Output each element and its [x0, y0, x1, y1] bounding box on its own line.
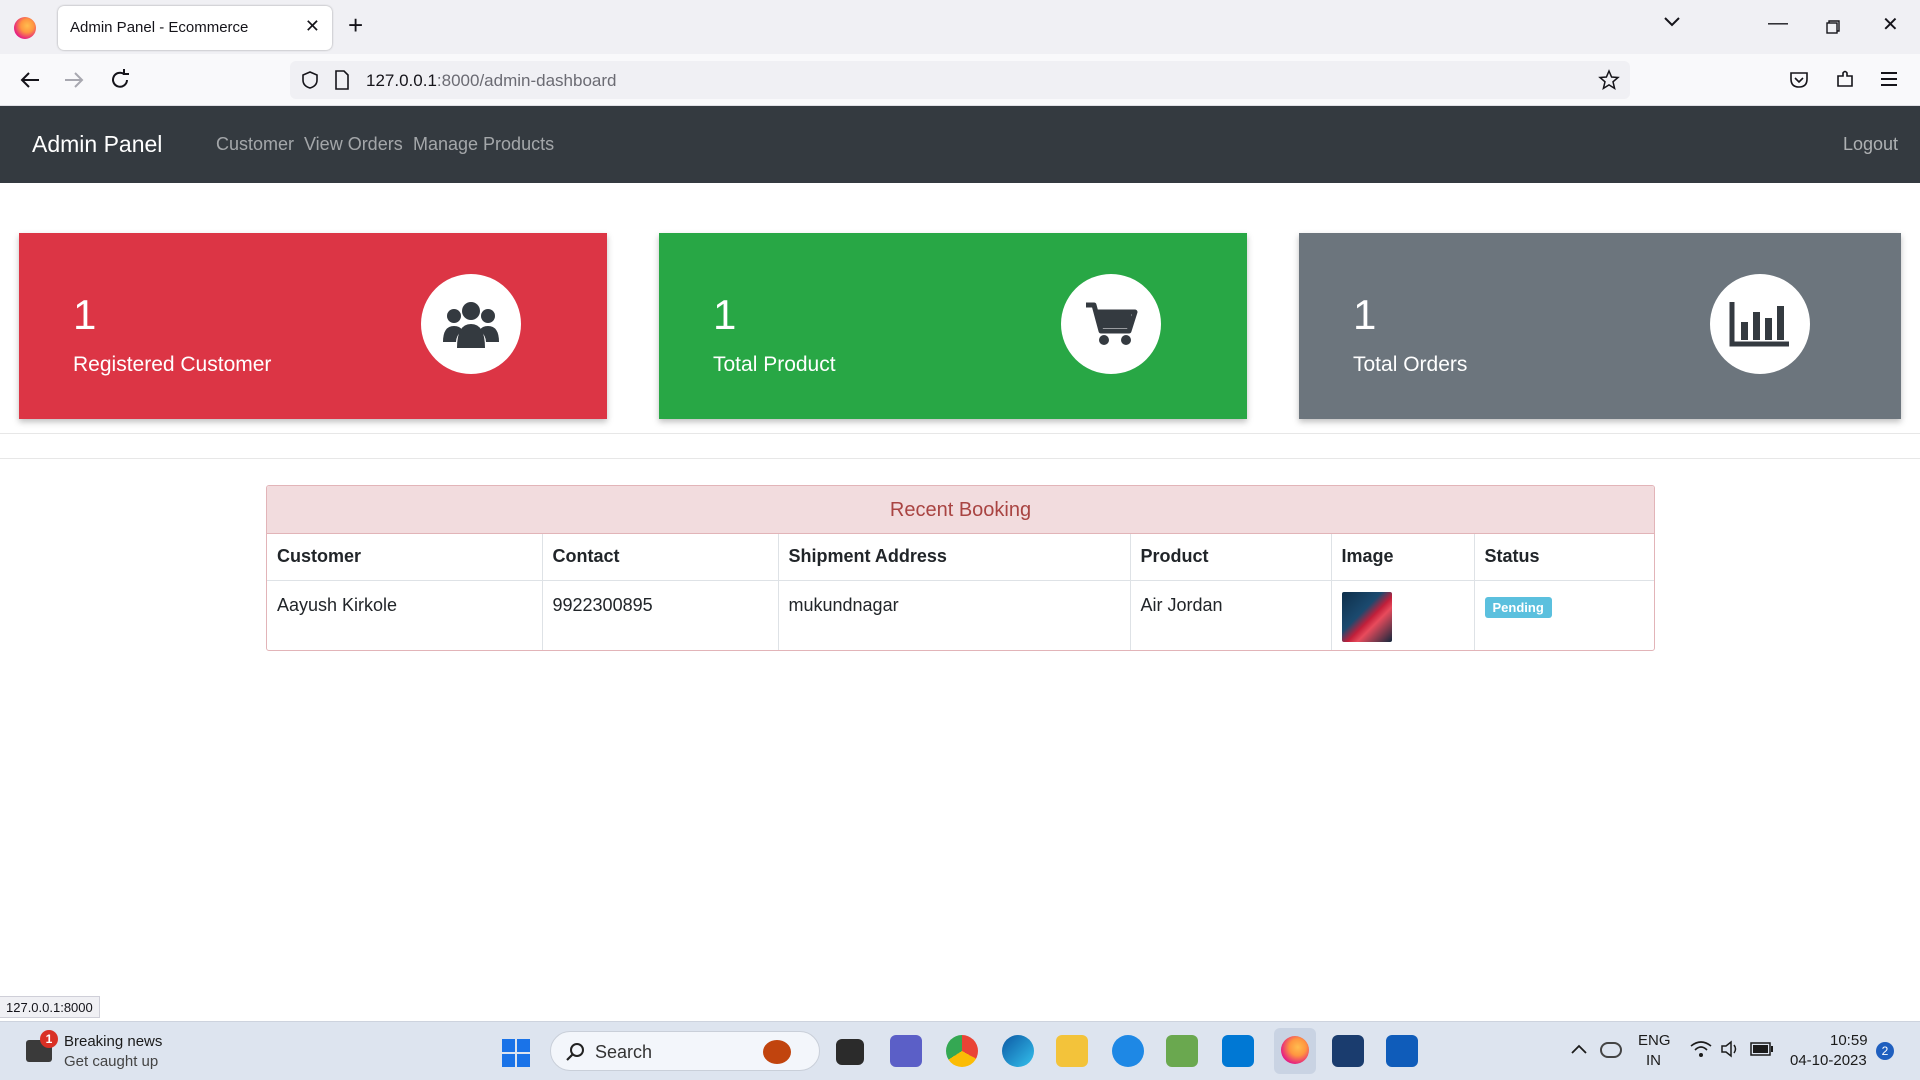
cell-image — [1331, 580, 1475, 650]
divider — [0, 433, 1920, 434]
brand-link[interactable]: Admin Panel — [32, 131, 162, 158]
firefox-taskbar-active[interactable] — [1274, 1028, 1316, 1074]
back-icon[interactable] — [16, 66, 44, 94]
chevron-down-icon[interactable] — [1662, 15, 1682, 29]
extensions-icon[interactable] — [1834, 68, 1856, 90]
edge-icon[interactable] — [1002, 1035, 1034, 1067]
admin-navbar: Admin Panel Customer View Orders Manage … — [0, 106, 1920, 183]
column-header-product: Product — [1130, 534, 1332, 581]
region-label[interactable]: IN — [1646, 1052, 1661, 1069]
nav-link-customer[interactable]: Customer — [216, 134, 294, 155]
firefox-icon — [14, 17, 36, 39]
users-icon — [421, 274, 521, 374]
column-header-status: Status — [1474, 534, 1654, 581]
help-icon[interactable] — [1112, 1035, 1144, 1067]
browser-toolbar: 127.0.0.1:8000/admin-dashboard — [0, 54, 1920, 106]
table-header-row: Customer Contact Shipment Address Produc… — [267, 534, 1654, 581]
volume-icon[interactable] — [1720, 1040, 1740, 1058]
minimize-icon[interactable]: — — [1768, 12, 1788, 35]
column-header-image: Image — [1331, 534, 1475, 581]
chrome-icon[interactable] — [946, 1035, 978, 1067]
search-icon — [566, 1043, 584, 1061]
search-highlight-icon — [763, 1040, 791, 1064]
file-explorer-icon[interactable] — [1056, 1035, 1088, 1067]
cell-status: Pending — [1474, 580, 1654, 650]
nav-link-view-orders[interactable]: View Orders — [304, 134, 403, 155]
card-label: Total Orders — [1353, 353, 1468, 376]
cell-contact: 9922300895 — [542, 580, 779, 650]
menu-icon[interactable] — [1878, 68, 1900, 90]
taskbar-search[interactable]: Search — [550, 1031, 820, 1071]
divider — [0, 458, 1920, 459]
card-total-orders: 1 Total Orders — [1299, 233, 1901, 419]
bar-chart-icon — [1710, 274, 1810, 374]
cell-address: mukundnagar — [778, 580, 1131, 650]
product-thumbnail — [1341, 591, 1392, 642]
page-icon[interactable] — [334, 70, 350, 90]
card-label: Total Product — [713, 353, 836, 376]
close-tab-icon[interactable]: ✕ — [305, 16, 320, 37]
clock-time[interactable]: 10:59 — [1830, 1032, 1868, 1049]
url-text[interactable]: 127.0.0.1:8000/admin-dashboard — [366, 71, 616, 91]
news-badge: 1 — [40, 1030, 58, 1048]
close-window-icon[interactable]: ✕ — [1882, 12, 1899, 37]
store-icon[interactable] — [1386, 1035, 1418, 1067]
card-total-product: 1 Total Product — [659, 233, 1247, 419]
photos-icon[interactable] — [1166, 1035, 1198, 1067]
url-bar[interactable]: 127.0.0.1:8000/admin-dashboard — [290, 61, 1630, 99]
status-bar-url: 127.0.0.1:8000 — [0, 996, 100, 1018]
chevron-up-icon[interactable] — [1570, 1042, 1588, 1056]
status-badge: Pending — [1484, 596, 1552, 618]
browser-tab[interactable]: Admin Panel - Ecommerce ✕ — [58, 6, 332, 50]
forward-icon[interactable] — [60, 66, 88, 94]
battery-icon[interactable] — [1750, 1042, 1774, 1056]
pocket-icon[interactable] — [1788, 69, 1810, 91]
tab-title: Admin Panel - Ecommerce — [70, 19, 249, 36]
word-icon[interactable] — [1332, 1035, 1364, 1067]
clock-date[interactable]: 04-10-2023 — [1790, 1052, 1867, 1069]
language-label[interactable]: ENG — [1638, 1032, 1671, 1049]
news-subtitle[interactable]: Get caught up — [64, 1053, 158, 1070]
search-label: Search — [595, 1042, 653, 1062]
booking-table: Customer Contact Shipment Address Produc… — [267, 534, 1654, 650]
cell-customer: Aayush Kirkole — [267, 580, 543, 650]
news-title[interactable]: Breaking news — [64, 1033, 162, 1050]
browser-tab-bar: Admin Panel - Ecommerce ✕ + — ✕ — [0, 0, 1920, 54]
task-view-icon[interactable] — [836, 1039, 864, 1065]
bookmark-star-icon[interactable] — [1598, 69, 1620, 91]
column-header-customer: Customer — [267, 534, 543, 581]
panel-heading: Recent Booking — [267, 486, 1654, 534]
panel-title: Recent Booking — [889, 499, 1032, 521]
new-tab-button[interactable]: + — [348, 11, 363, 39]
column-header-address: Shipment Address — [778, 534, 1131, 581]
teams-icon[interactable] — [890, 1035, 922, 1067]
card-value: 1 — [1353, 291, 1377, 338]
cart-icon — [1061, 274, 1161, 374]
card-value: 1 — [73, 291, 97, 338]
shield-icon[interactable] — [300, 70, 320, 90]
table-row: Aayush Kirkole 9922300895 mukundnagar Ai… — [267, 580, 1654, 650]
card-label: Registered Customer — [73, 353, 272, 376]
card-value: 1 — [713, 291, 737, 338]
cell-product: Air Jordan — [1130, 580, 1332, 650]
windows-taskbar: 1 Breaking news Get caught up Search ENG… — [0, 1021, 1920, 1080]
wifi-icon[interactable] — [1690, 1040, 1712, 1058]
nav-link-manage-products[interactable]: Manage Products — [413, 134, 554, 155]
recent-booking-panel: Recent Booking Customer Contact Shipment… — [266, 485, 1655, 651]
card-registered-customer: 1 Registered Customer — [19, 233, 607, 419]
start-icon[interactable] — [502, 1039, 530, 1067]
page-content: Admin Panel Customer View Orders Manage … — [0, 106, 1920, 1018]
logout-link[interactable]: Logout — [1843, 134, 1898, 155]
reload-icon[interactable] — [106, 66, 134, 94]
onedrive-icon[interactable] — [1600, 1042, 1622, 1058]
column-header-contact: Contact — [542, 534, 779, 581]
notification-badge[interactable]: 2 — [1876, 1042, 1894, 1060]
restore-icon[interactable] — [1826, 20, 1840, 34]
vscode-icon[interactable] — [1222, 1035, 1254, 1067]
